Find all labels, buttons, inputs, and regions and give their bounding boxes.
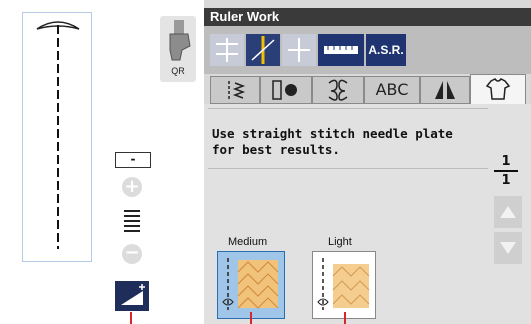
tab-alphabet[interactable]: ABC — [364, 76, 420, 104]
title-bar: Ruler Work — [204, 8, 531, 26]
arrow-down-icon — [500, 242, 516, 254]
presser-foot-qr-icon[interactable]: QR — [160, 16, 196, 82]
foot-code-label: QR — [171, 66, 185, 76]
indicator-mark — [130, 312, 132, 324]
mirror-button[interactable] — [210, 34, 244, 66]
indicator-mark — [250, 312, 252, 324]
tab-buttonhole[interactable] — [260, 76, 312, 104]
page-current: 1 — [501, 154, 511, 169]
page-total: 1 — [501, 173, 511, 188]
needle-position-button[interactable] — [246, 34, 280, 66]
buttonhole-tab-icon — [272, 80, 297, 100]
medium-label: Medium — [228, 236, 268, 248]
right-panel: Ruler Work A.S.R. ABC Use straight stitc… — [204, 0, 531, 324]
stitch-setting-icon — [121, 284, 145, 305]
stitch-length-icon — [124, 210, 140, 232]
ruler-button[interactable] — [318, 34, 364, 66]
toolbar: A.S.R. — [204, 26, 531, 74]
ruler-icon — [324, 46, 358, 54]
tab-garment[interactable] — [470, 74, 526, 104]
page-indicator: 1 1 — [494, 154, 518, 188]
indicator-mark — [344, 312, 346, 324]
tab-quilt[interactable] — [420, 76, 470, 104]
medium-pattern-icon — [222, 258, 279, 310]
medium-option-button[interactable] — [217, 251, 285, 319]
decrease-button[interactable]: − — [122, 244, 142, 264]
tab-utility[interactable] — [210, 76, 260, 104]
tab-decorative[interactable] — [312, 76, 364, 104]
stitch-setting-button[interactable] — [115, 281, 149, 311]
needle-icon — [251, 36, 275, 64]
light-option-button[interactable] — [312, 251, 376, 319]
increase-button[interactable]: + — [122, 177, 142, 197]
garment-tab-icon — [485, 78, 511, 100]
stitch-preview — [22, 12, 92, 262]
utility-stitch-tab-icon — [228, 81, 246, 99]
content-area: Use straight stitch needle plate for bes… — [204, 104, 531, 324]
arrow-up-icon — [500, 206, 516, 218]
left-panel: QR - + − — [0, 0, 200, 324]
category-tabs: ABC — [204, 74, 531, 104]
cross-button[interactable] — [282, 34, 316, 66]
straight-stitch-preview-icon — [36, 21, 80, 249]
stitch-value-display: - — [115, 152, 151, 168]
cross-icon — [288, 38, 310, 62]
decorative-stitch-tab-icon — [328, 79, 348, 101]
screen-title: Ruler Work — [210, 9, 280, 24]
divider — [208, 168, 488, 169]
page-up-button[interactable] — [494, 196, 522, 228]
quilt-tab-icon — [435, 81, 455, 99]
divider — [208, 108, 488, 109]
instruction-message: Use straight stitch needle plate for bes… — [212, 126, 453, 157]
page-down-button[interactable] — [494, 232, 522, 264]
light-pattern-icon — [317, 258, 370, 310]
light-label: Light — [328, 236, 352, 248]
asr-button[interactable]: A.S.R. — [366, 34, 406, 66]
mirror-icon — [216, 38, 238, 62]
